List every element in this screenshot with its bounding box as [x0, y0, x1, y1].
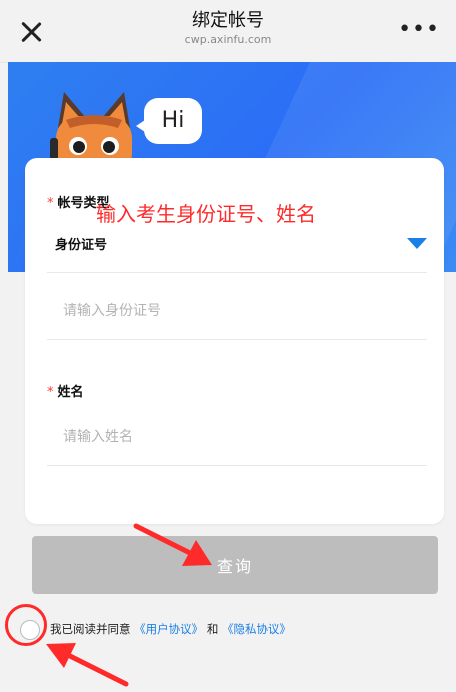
top-bar: 绑定帐号 cwp.axinfu.com •••	[0, 0, 456, 63]
agreement-text: 我已阅读并同意 《用户协议》 和 《隐私协议》	[50, 621, 291, 637]
annotation-hint: 输入考生身份证号、姓名	[96, 202, 316, 226]
name-label: * 姓名	[47, 381, 84, 400]
required-mark: *	[47, 385, 54, 400]
highlight-circle	[5, 604, 47, 646]
user-agreement-link[interactable]: 《用户协议》	[134, 622, 203, 636]
greeting-bubble: Hi	[136, 98, 202, 144]
more-dots-icon[interactable]: •••	[398, 19, 440, 41]
agreement-row: 我已阅读并同意 《用户协议》 和 《隐私协议》	[12, 612, 432, 652]
id-number-input[interactable]	[47, 282, 427, 340]
agreement-and: 和	[206, 622, 219, 636]
account-type-select[interactable]: 身份证号	[47, 226, 427, 273]
query-button[interactable]: 查询	[32, 536, 438, 594]
title-block: 绑定帐号 cwp.axinfu.com	[0, 9, 456, 47]
account-type-value: 身份证号	[55, 238, 108, 253]
page-title: 绑定帐号	[192, 10, 264, 31]
page-domain: cwp.axinfu.com	[184, 33, 272, 46]
agreement-prefix: 我已阅读并同意	[50, 622, 131, 636]
name-label-text: 姓名	[57, 385, 84, 400]
privacy-agreement-link[interactable]: 《隐私协议》	[222, 622, 291, 636]
required-mark: *	[47, 196, 54, 211]
name-input[interactable]	[47, 408, 427, 466]
dropdown-caret-icon	[407, 238, 427, 249]
